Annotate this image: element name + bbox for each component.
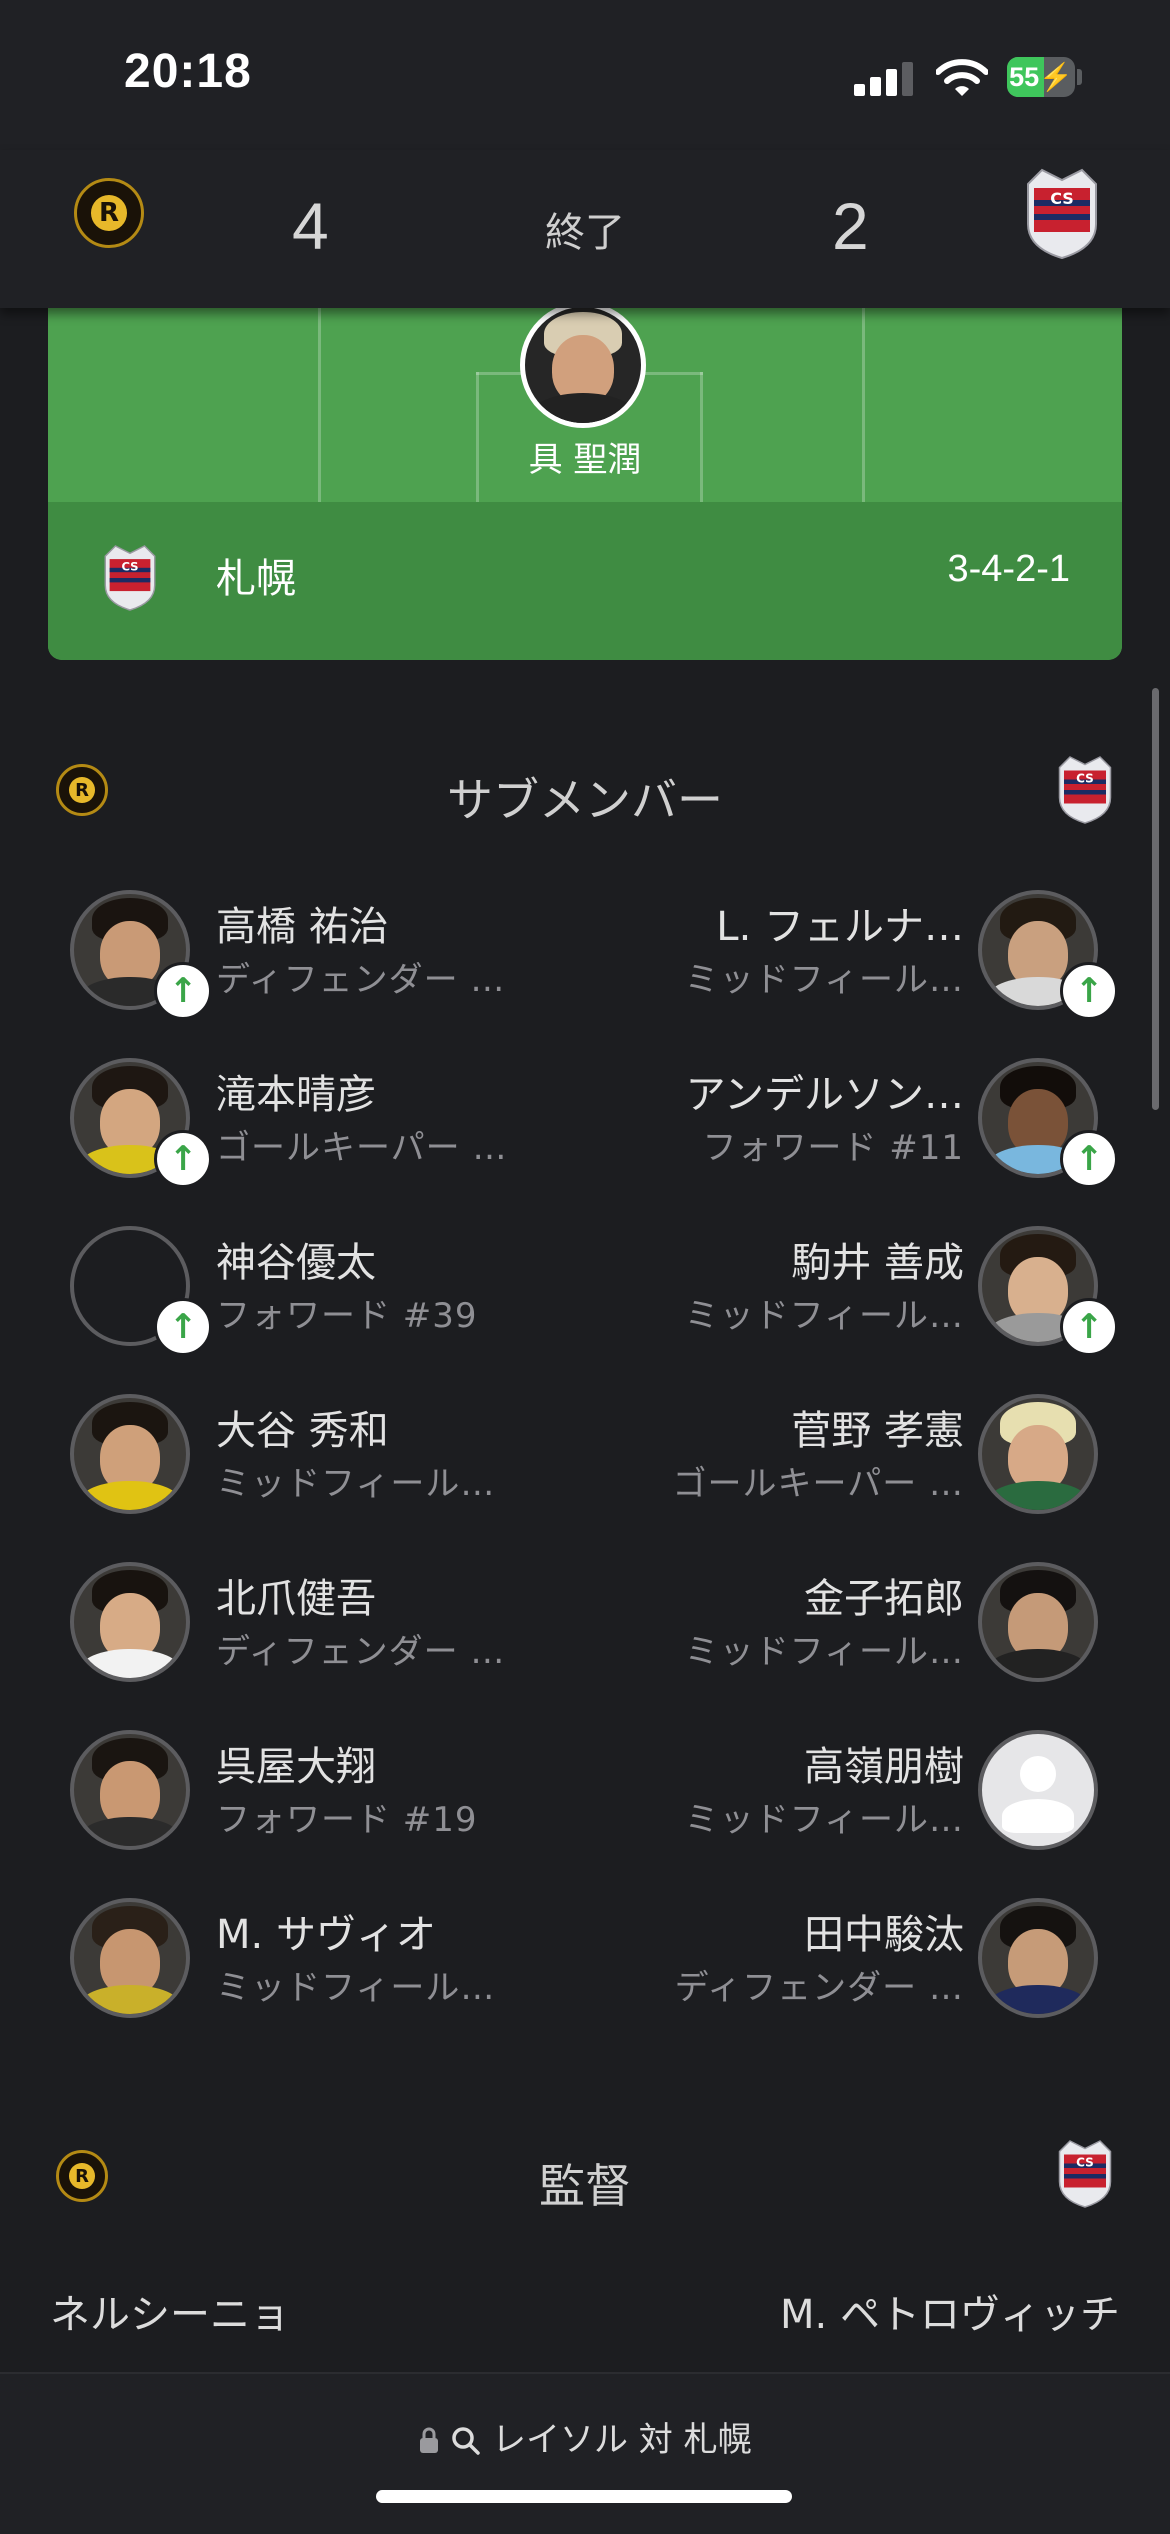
away-sub-player[interactable]: 高嶺朋樹ミッドフィール… <box>600 1720 1100 1870</box>
away-sub-player[interactable]: 金子拓郎ミッドフィール… <box>600 1552 1100 1702</box>
battery-percent: 55 <box>1009 62 1040 92</box>
pitch-footer: CS 札幌 3-4-2-1 <box>48 502 1122 660</box>
sub-in-arrow-icon: ↑ <box>1060 1130 1118 1188</box>
player-position: ミッドフィール… <box>216 1968 496 2008</box>
svg-text:CS: CS <box>1050 189 1074 208</box>
bottom-bar: レイソル 対 札幌 <box>0 2372 1170 2534</box>
sub-in-arrow-icon: ↑ <box>1060 1298 1118 1356</box>
svg-text:CS: CS <box>1076 772 1094 786</box>
home-sub-player[interactable]: 呉屋大翔フォワード #19 <box>70 1720 570 1870</box>
wifi-icon <box>936 59 988 96</box>
player-position: ミッドフィール… <box>684 1296 964 1336</box>
player-name: 駒井 善成 <box>791 1240 964 1286</box>
away-sub-player[interactable]: 菅野 孝憲ゴールキーパー … <box>600 1384 1100 1534</box>
search-text: レイソル 対 札幌 <box>492 2420 752 2460</box>
home-team-crest: R <box>56 2150 108 2202</box>
player-name: 北爪健吾 <box>216 1576 376 1622</box>
player-position: ディフェンダー … <box>216 960 506 1000</box>
player-name: 高橋 祐治 <box>216 904 389 950</box>
home-sub-player[interactable]: M. サヴィオミッドフィール… <box>70 1888 570 2038</box>
player-avatar[interactable] <box>978 1730 1098 1850</box>
player-name: 大谷 秀和 <box>216 1408 389 1454</box>
sub-in-arrow-icon: ↑ <box>154 1130 212 1188</box>
player-name: 滝本晴彦 <box>216 1072 376 1118</box>
home-manager[interactable]: ネルシーニョ <box>50 2282 290 2340</box>
home-team-crest: R <box>56 764 108 816</box>
home-score: 4 <box>292 189 329 263</box>
home-sub-player[interactable]: 北爪健吾ディフェンダー … <box>70 1552 570 1702</box>
player-name: 田中駿汰 <box>804 1912 964 1958</box>
home-sub-player[interactable]: ↑ 高橋 祐治ディフェンダー … <box>70 880 570 1030</box>
player-avatar[interactable] <box>978 1562 1098 1682</box>
status-time: 20:18 <box>124 45 252 98</box>
status-bar: 20:18 55⚡ <box>0 0 1170 150</box>
player-avatar[interactable] <box>70 1394 190 1514</box>
sub-in-arrow-icon: ↑ <box>154 962 212 1020</box>
player-position: ミッドフィール… <box>684 960 964 1000</box>
player-position: フォワード #19 <box>216 1800 478 1840</box>
home-indicator[interactable] <box>376 2490 792 2503</box>
away-sub-player[interactable]: ↑ L. フェルナ… ミッドフィール… <box>600 880 1118 1030</box>
player-name: M. サヴィオ <box>216 1912 436 1958</box>
address-bar[interactable]: レイソル 対 札幌 <box>0 2412 1170 2461</box>
formation: 3-4-2-1 <box>947 548 1071 590</box>
player-avatar[interactable] <box>70 1562 190 1682</box>
player-position: ゴールキーパー … <box>216 1128 508 1168</box>
player-avatar[interactable] <box>70 1898 190 2018</box>
player-name: 金子拓郎 <box>804 1576 964 1622</box>
player-name: 菅野 孝憲 <box>791 1408 964 1454</box>
goalkeeper-avatar[interactable] <box>520 302 646 428</box>
player-position: フォワード #39 <box>216 1296 478 1336</box>
home-sub-player[interactable]: 大谷 秀和ミッドフィール… <box>70 1384 570 1534</box>
player-position: ゴールキーパー … <box>672 1464 964 1504</box>
sub-in-arrow-icon: ↑ <box>1060 962 1118 1020</box>
home-sub-player[interactable]: ↑ 神谷優太フォワード #39 <box>70 1216 570 1366</box>
away-manager[interactable]: M. ペトロヴィッチ <box>780 2282 1120 2340</box>
signal-icon <box>854 60 914 96</box>
managers-title: 監督 <box>539 2159 631 2213</box>
team-crest: CS <box>104 545 156 611</box>
subs-title: サブメンバー <box>447 773 723 827</box>
away-sub-player[interactable]: ↑ 駒井 善成ミッドフィール… <box>600 1216 1118 1366</box>
player-avatar[interactable] <box>978 1898 1098 2018</box>
lock-icon <box>420 2427 439 2453</box>
player-position: ディフェンダー … <box>216 1632 506 1672</box>
player-position: ディフェンダー … <box>674 1968 964 2008</box>
player-name: 高嶺朋樹 <box>804 1744 964 1790</box>
player-position: ミッドフィール… <box>684 1632 964 1672</box>
svg-text:CS: CS <box>121 560 138 574</box>
search-icon <box>452 2427 480 2455</box>
home-sub-player[interactable]: ↑ 滝本晴彦ゴールキーパー … <box>70 1048 570 1198</box>
player-avatar[interactable] <box>978 1394 1098 1514</box>
team-name: 札幌 <box>216 556 296 602</box>
score-header: R 4 終了 2 CS <box>0 150 1170 308</box>
scrollbar[interactable] <box>1152 688 1159 1110</box>
match-status: 終了 <box>545 210 625 256</box>
battery-charging-icon: 55⚡ <box>1007 57 1075 97</box>
sub-in-arrow-icon: ↑ <box>154 1298 212 1356</box>
player-name: 呉屋大翔 <box>216 1744 376 1790</box>
away-sub-player[interactable]: 田中駿汰ディフェンダー … <box>600 1888 1100 2038</box>
away-team-crest[interactable]: CS <box>1018 166 1106 262</box>
player-avatar[interactable] <box>70 1730 190 1850</box>
player-name: アンデルソン… <box>685 1072 964 1118</box>
away-team-crest: CS <box>1058 756 1112 824</box>
player-position: フォワード #11 <box>702 1128 964 1168</box>
player-position: ミッドフィール… <box>684 1800 964 1840</box>
away-score: 2 <box>832 189 869 263</box>
away-sub-player[interactable]: ↑ アンデルソン… フォワード #11 <box>600 1048 1118 1198</box>
player-position: ミッドフィール… <box>216 1464 496 1504</box>
player-name: 神谷優太 <box>216 1240 376 1286</box>
goalkeeper-name[interactable]: 具 聖潤 <box>500 432 670 481</box>
svg-text:CS: CS <box>1076 2156 1094 2170</box>
away-team-crest: CS <box>1058 2140 1112 2208</box>
home-team-crest[interactable]: R <box>74 178 144 248</box>
player-name: L. フェルナ… <box>716 904 964 950</box>
